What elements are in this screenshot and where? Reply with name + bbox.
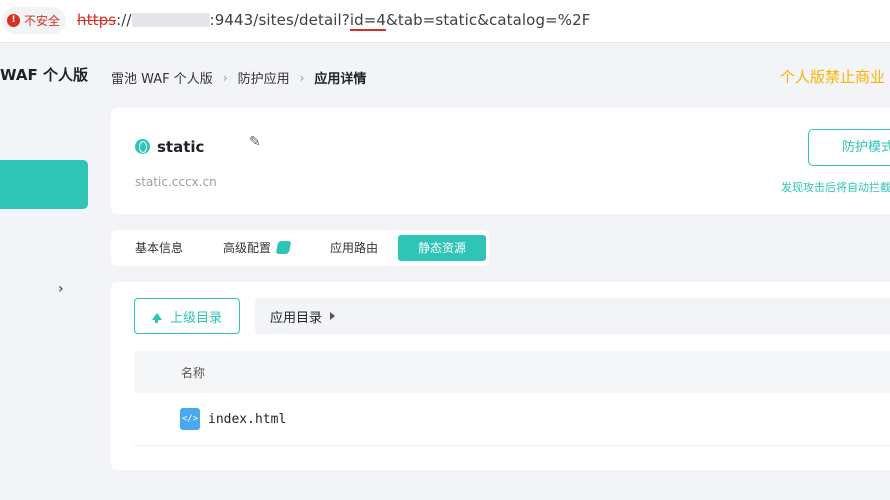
table-row[interactable]: </> index.html (134, 393, 890, 446)
tab-label: 基本信息 (135, 241, 184, 255)
parent-directory-label: 上级目录 (169, 310, 222, 326)
breadcrumb-root[interactable]: 雷池 WAF 个人版 (111, 68, 213, 87)
security-label: 不安全 (24, 14, 61, 28)
globe-icon (135, 139, 150, 154)
site-domain: static.cccx.cn (135, 175, 217, 189)
tab-label: 应用路由 (330, 241, 379, 255)
parent-directory-button[interactable]: 上级目录 (134, 298, 240, 334)
site-card: static ✎ static.cccx.cn 防护模式 发现攻击后将自动拦截 (111, 108, 890, 214)
breadcrumb-section[interactable]: 防护应用 (238, 68, 290, 87)
path-segment[interactable]: 应用目录 (270, 307, 322, 326)
detail-tabs: 基本信息 高级配置 应用路由 静态资源 (111, 230, 489, 266)
brand-title: WAF 个人版 (0, 66, 88, 84)
tab-advanced-config[interactable]: 高级配置 (203, 235, 310, 261)
commercial-warning: 个人版禁止商业 (780, 68, 886, 86)
breadcrumb: 雷池 WAF 个人版 › 防护应用 › 应用详情 (111, 68, 367, 88)
url-field[interactable]: https:// :9443/sites/detail?id=4&tab=stat… (77, 11, 590, 29)
directory-path: 应用目录 (255, 298, 890, 334)
code-file-icon: </> (180, 408, 200, 430)
chevron-right-icon: › (222, 70, 228, 85)
tab-label: 高级配置 (223, 241, 272, 255)
static-files-card: 上级目录 应用目录 名称 </> index.html (111, 282, 890, 470)
tab-app-routes[interactable]: 应用路由 (310, 235, 398, 261)
redacted-host (131, 13, 210, 27)
tab-basic-info[interactable]: 基本信息 (115, 235, 203, 261)
sidebar-item-active[interactable] (0, 160, 88, 209)
caret-right-icon[interactable] (330, 312, 336, 320)
url-path-after: &tab=static&catalog=%2F (386, 11, 591, 29)
table-header: 名称 (134, 351, 890, 393)
url-highlight: id=4 (349, 11, 387, 29)
not-secure-badge[interactable]: ! 不安全 (2, 7, 66, 34)
file-name[interactable]: index.html (208, 412, 286, 427)
url-path-before: :9443/sites/detail? (209, 11, 350, 29)
sidebar: WAF 个人版 › (0, 44, 96, 500)
browser-address-bar: ! 不安全 https:// :9443/sites/detail?id=4&ta… (0, 0, 890, 43)
protect-mode-button[interactable]: 防护模式 (808, 129, 890, 166)
sidebar-expand-icon[interactable]: › (58, 281, 64, 297)
site-name: static (157, 138, 205, 156)
edit-icon[interactable]: ✎ (249, 134, 261, 150)
url-scheme: https (77, 11, 117, 29)
column-name: 名称 (181, 365, 206, 380)
tab-label: 静态资源 (418, 241, 467, 255)
warning-icon: ! (7, 14, 20, 27)
protect-hint: 发现攻击后将自动拦截 (781, 181, 890, 194)
pro-badge-icon (275, 241, 292, 254)
breadcrumb-current: 应用详情 (314, 72, 367, 87)
arrow-up-icon (151, 312, 162, 323)
chevron-right-icon: › (299, 70, 305, 85)
url-separator: :// (116, 11, 132, 29)
tab-static-resources[interactable]: 静态资源 (398, 235, 487, 261)
